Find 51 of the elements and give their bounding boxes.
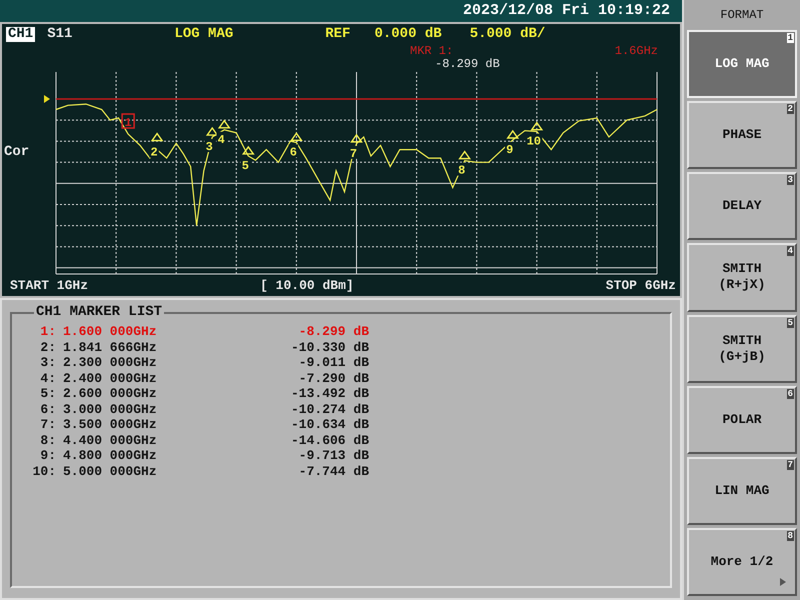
ref-label: REF [325,24,350,44]
softkey[interactable]: SMITH (R+jX) 4 [687,243,797,312]
marker-row[interactable]: 10: 5.000 000GHz -7.744 dB [26,464,670,479]
softkey-number: 4 [786,246,794,256]
marker-number: 10 [526,134,541,149]
correction-label: Cor [4,143,30,162]
marker-number: 2 [150,146,158,160]
date-time: 2023/12/08 Fri 10:19:22 [462,0,670,21]
softkey-number: 2 [786,104,794,114]
softkey-number: 7 [786,460,794,470]
marker-number: 4 [218,132,225,147]
softkey-number: 8 [786,530,794,541]
softkey-number: 5 [786,318,794,328]
active-marker: 1 [121,113,135,130]
marker-row[interactable]: 7: 3.500 000GHz -10.634 dB [26,417,670,432]
source-power: [ 10.00 dBm] [260,277,354,295]
softkey[interactable]: More 1/2 8 [687,528,797,596]
channel-label: CH1 [6,26,36,42]
marker-row[interactable]: 6: 3.000 000GHz -10.274 dB [26,402,670,417]
softkey[interactable]: LIN MAG 7 [687,456,797,525]
marker-row[interactable]: 5: 2.600 000GHz -13.492 dB [26,386,670,402]
marker-number: 6 [290,145,297,160]
marker-row[interactable]: 2: 1.841 666GHz -10.330 dB [26,340,670,355]
scale-label: 5.000 dB/ [470,24,546,44]
softkey[interactable]: SMITH (G+jB) 5 [687,314,797,383]
softkey[interactable]: PHASE 2 [687,101,797,170]
stop-frequency: STOP 6GHz [606,277,676,295]
softkey[interactable]: LOG MAG 1 [687,30,797,98]
softkey-number: 6 [786,388,794,399]
marker-number: 3 [206,140,213,154]
marker-row[interactable]: 8: 4.400 000GHz -14.606 dB [26,432,670,448]
marker-row[interactable]: 9: 4.800 000GHz -9.713 dB [26,448,670,464]
start-frequency: START 1GHz [10,277,88,295]
softkey-number: 1 [786,33,794,43]
ref-value: 0.000 dB [374,24,442,44]
marker-number: 8 [458,164,466,178]
softkey-number: 3 [786,175,794,186]
reference-pointer-icon [44,95,50,103]
softkey[interactable]: DELAY 3 [687,172,797,240]
format-label: LOG MAG [174,24,234,44]
marker-readout-frequency: 1.6GHz [614,44,658,58]
softkey[interactable]: POLAR 6 [687,386,797,454]
marker-row[interactable]: 3: 2.300 000GHz -9.011 dB [26,355,670,370]
marker-readout-value: -8.299 dB [435,57,500,71]
menu-title: FORMAT [719,7,765,24]
marker-row[interactable]: 4: 2.400 000GHz -7.290 dB [26,370,670,386]
marker-number: 7 [350,146,358,161]
marker-readout-label: MKR 1: [410,44,454,58]
parameter-label: S11 [47,24,72,44]
marker-number: 9 [506,143,514,157]
marker-number: 5 [242,158,249,173]
